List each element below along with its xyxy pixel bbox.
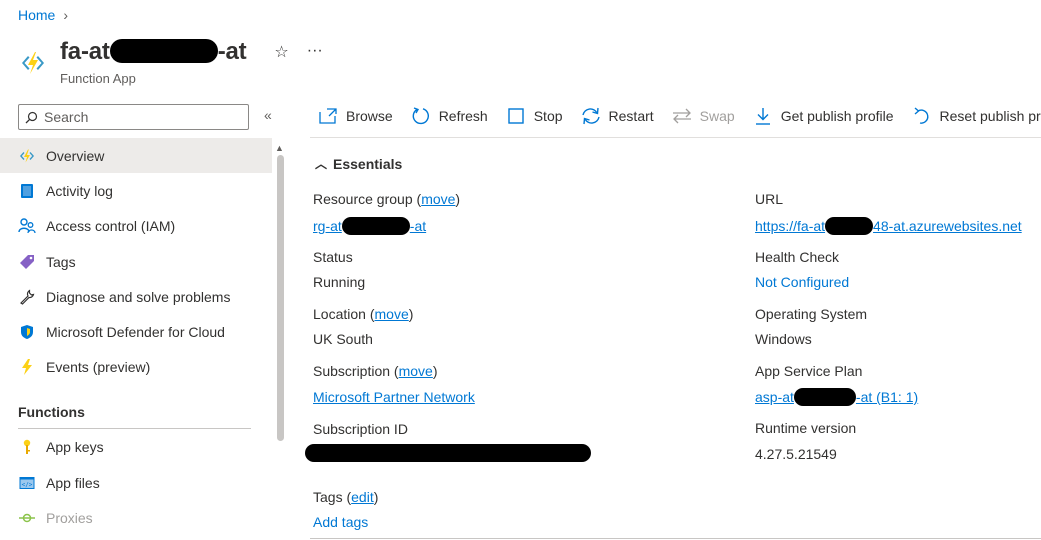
move-resource-group-link[interactable]: move xyxy=(421,191,455,207)
star-icon[interactable]: ☆ xyxy=(274,42,288,62)
health-check-label: Health Check xyxy=(755,249,840,265)
function-app-icon xyxy=(18,147,36,165)
sidebar: Search « Overview Activity log Access co… xyxy=(0,98,290,540)
runtime-version-value: 4.27.5.21549 xyxy=(755,446,837,462)
scroll-thumb[interactable] xyxy=(277,155,284,441)
stop-icon xyxy=(506,106,526,126)
resource-group-label: Resource group (move) xyxy=(313,191,461,207)
restart-button[interactable]: Restart xyxy=(581,106,654,126)
redacted-block xyxy=(793,388,856,406)
add-tags-link[interactable]: Add tags xyxy=(313,514,368,530)
search-input[interactable]: Search xyxy=(18,104,249,130)
function-app-icon xyxy=(22,52,44,74)
health-check-link[interactable]: Not Configured xyxy=(755,274,849,290)
sidebar-item-label: App keys xyxy=(46,438,104,455)
location-value: UK South xyxy=(313,331,373,347)
divider xyxy=(310,538,1041,539)
app-service-plan-value[interactable]: asp-at -at (B1: 1) xyxy=(755,388,918,406)
subscription-id-label: Subscription ID xyxy=(313,421,408,437)
move-subscription-link[interactable]: move xyxy=(399,363,433,379)
shield-icon xyxy=(18,323,36,341)
runtime-version-label: Runtime version xyxy=(755,420,857,436)
resource-header: fa-at -at ☆ ··· Function App xyxy=(16,36,323,86)
people-icon xyxy=(18,217,36,235)
sidebar-scrollbar[interactable]: ▲ xyxy=(274,143,286,540)
swap-icon xyxy=(672,106,692,126)
wrench-icon xyxy=(18,288,36,306)
restart-icon xyxy=(581,106,601,126)
browse-icon xyxy=(318,106,338,126)
search-placeholder: Search xyxy=(44,109,89,125)
stop-button[interactable]: Stop xyxy=(506,106,563,126)
activity-log-icon xyxy=(18,182,36,200)
tags-label: Tags (edit) xyxy=(313,489,379,505)
os-value: Windows xyxy=(755,331,812,347)
sidebar-item-tags[interactable]: Tags xyxy=(0,244,272,279)
essentials-toggle[interactable]: ︿ Essentials xyxy=(315,155,402,172)
chevron-right-icon: › xyxy=(63,7,69,23)
tag-icon xyxy=(18,253,36,271)
sidebar-item-app-files[interactable]: </> App files xyxy=(0,465,272,500)
download-icon xyxy=(753,106,773,126)
sidebar-item-events[interactable]: Events (preview) xyxy=(0,349,272,384)
sidebar-item-proxies[interactable]: Proxies xyxy=(0,500,272,535)
url-label: URL xyxy=(755,191,784,207)
sidebar-item-label: Activity log xyxy=(46,182,113,199)
sidebar-item-overview[interactable]: Overview xyxy=(0,138,272,173)
reset-publish-profile-button[interactable]: Reset publish profi xyxy=(912,106,1041,126)
page-title: fa-at -at xyxy=(60,38,247,65)
app-service-plan-label: App Service Plan xyxy=(755,363,863,379)
redacted-block xyxy=(109,39,218,63)
section-title-functions: Functions xyxy=(18,404,85,420)
key-icon xyxy=(18,438,36,456)
sidebar-item-label: Diagnose and solve problems xyxy=(46,288,231,305)
search-icon xyxy=(25,111,38,123)
code-file-icon: </> xyxy=(18,474,36,492)
refresh-icon xyxy=(411,106,431,126)
get-publish-profile-button[interactable]: Get publish profile xyxy=(753,106,894,126)
move-location-link[interactable]: move xyxy=(375,306,409,322)
redacted-block xyxy=(341,217,410,235)
command-bar: Browse Refresh Stop Restart Swap Get pub… xyxy=(318,104,1041,128)
ellipsis-icon[interactable]: ··· xyxy=(307,42,323,62)
essentials-heading: Essentials xyxy=(333,155,403,172)
sidebar-item-activity-log[interactable]: Activity log xyxy=(0,173,272,208)
subscription-link[interactable]: Microsoft Partner Network xyxy=(313,389,475,405)
scroll-up-arrow-icon[interactable]: ▲ xyxy=(275,143,284,153)
sidebar-item-label: Events (preview) xyxy=(46,358,151,375)
location-label: Location (move) xyxy=(313,306,414,322)
sidebar-item-label: Access control (IAM) xyxy=(46,217,176,234)
sidebar-item-label: Proxies xyxy=(46,509,93,526)
refresh-button[interactable]: Refresh xyxy=(411,106,488,126)
sidebar-item-diagnose[interactable]: Diagnose and solve problems xyxy=(0,279,272,314)
sidebar-item-access-control[interactable]: Access control (IAM) xyxy=(0,208,272,243)
sidebar-item-app-keys[interactable]: App keys xyxy=(0,429,272,464)
breadcrumb-home-link[interactable]: Home xyxy=(18,7,55,23)
os-label: Operating System xyxy=(755,306,868,322)
redacted-block xyxy=(825,217,874,235)
chevron-up-icon: ︿ xyxy=(315,157,328,171)
sidebar-item-label: Microsoft Defender for Cloud xyxy=(46,323,225,340)
status-value: Running xyxy=(313,274,366,290)
swap-button[interactable]: Swap xyxy=(672,106,735,126)
collapse-sidebar-icon[interactable]: « xyxy=(264,107,272,123)
breadcrumb: Home › xyxy=(18,7,68,23)
resource-group-value[interactable]: rg-at -at xyxy=(313,217,426,235)
status-label: Status xyxy=(313,249,353,265)
sidebar-item-label: App files xyxy=(46,474,100,491)
browse-button[interactable]: Browse xyxy=(318,106,393,126)
subscription-label: Subscription (move) xyxy=(313,363,438,379)
lightning-icon xyxy=(18,358,36,376)
sidebar-item-label: Tags xyxy=(46,253,76,270)
proxy-icon xyxy=(18,509,36,527)
redacted-subscription-id xyxy=(305,444,591,462)
page-subtitle: Function App xyxy=(60,71,136,86)
url-value[interactable]: https://fa-at 48-at.azurewebsites.net xyxy=(755,217,1022,235)
reset-icon xyxy=(912,106,932,126)
edit-tags-link[interactable]: edit xyxy=(351,489,374,505)
sidebar-item-label: Overview xyxy=(46,147,105,164)
sidebar-item-defender[interactable]: Microsoft Defender for Cloud xyxy=(0,314,272,349)
divider xyxy=(310,137,1041,138)
svg-text:</>: </> xyxy=(22,481,33,488)
